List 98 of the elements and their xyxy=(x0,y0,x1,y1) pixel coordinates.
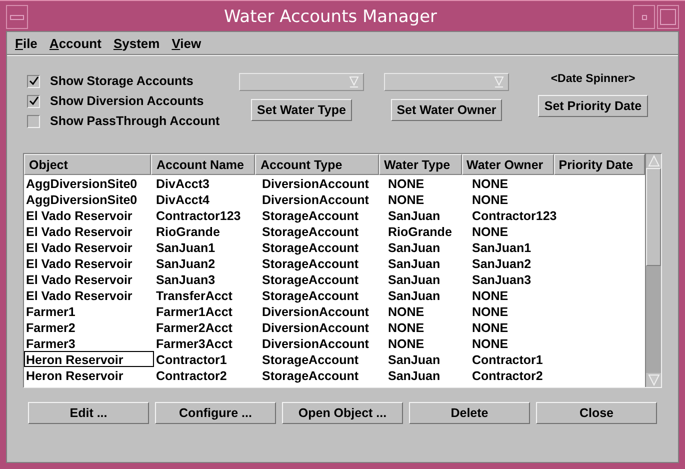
action-button[interactable]: Close xyxy=(536,402,657,424)
dropdown-arrow-icon xyxy=(494,76,504,88)
set-button[interactable]: Set Water Type xyxy=(251,99,352,121)
maximize-button[interactable] xyxy=(657,5,679,29)
table-cell-text: Farmer3Acct xyxy=(155,336,234,351)
table-cell-text: Contractor123 xyxy=(155,208,242,223)
table-cell-text: StorageAccount xyxy=(261,208,360,223)
checkbox[interactable] xyxy=(27,74,40,88)
dropdown-arrow-icon xyxy=(349,76,359,88)
table-cell-text: NONE xyxy=(471,320,510,335)
checkbox[interactable] xyxy=(27,114,40,128)
column-header[interactable]: Water Owner xyxy=(462,154,554,175)
table-cell-text: Contractor2 xyxy=(471,368,544,383)
table-cell-text: NONE xyxy=(387,304,426,319)
minimize-button[interactable] xyxy=(633,5,655,29)
table-cell-text: NONE xyxy=(471,304,510,319)
table-cell-text: SanJuan xyxy=(387,368,442,383)
table-cell-text: DivAcct4 xyxy=(155,192,210,207)
table-cell-text: DiversionAccount xyxy=(261,192,370,207)
table-cell-text: AggDiversionSite0 xyxy=(25,192,138,207)
menu-item[interactable]: View xyxy=(168,36,210,50)
table-cell-text: DiversionAccount xyxy=(261,320,370,335)
table-cell-text: SanJuan xyxy=(387,240,442,255)
menu-item[interactable]: Account xyxy=(45,36,110,50)
set-priority-date-button[interactable]: Set Priority Date xyxy=(538,95,648,117)
table-cell-text: SanJuan xyxy=(387,272,442,287)
window-menu-button[interactable] xyxy=(6,5,28,29)
table-cell-text: El Vado Reservoir xyxy=(25,288,134,303)
table-cell-text: StorageAccount xyxy=(261,352,360,367)
table-cell-text: SanJuan3 xyxy=(155,272,216,287)
table-cell-text: NONE xyxy=(471,176,510,191)
table-cell-text: SanJuan1 xyxy=(155,240,216,255)
column-header[interactable]: Water Type xyxy=(379,154,462,175)
table-cell-text: NONE xyxy=(387,336,426,351)
column-header[interactable]: Account Type xyxy=(255,154,380,175)
window-title: Water Accounts Manager xyxy=(222,7,438,27)
column-header[interactable]: Object xyxy=(24,154,152,175)
scroll-thumb[interactable] xyxy=(646,168,661,266)
table-cell-text: NONE xyxy=(471,192,510,207)
table-cell-text: TransferAcct xyxy=(155,288,234,303)
table-cell-text: NONE xyxy=(387,192,426,207)
table-cell-text: StorageAccount xyxy=(261,272,360,287)
vertical-scrollbar[interactable] xyxy=(645,154,661,387)
checkbox-label: Show PassThrough Account xyxy=(50,114,220,128)
table-cell-text: Heron Reservoir xyxy=(25,368,124,383)
table-cell-text: SanJuan2 xyxy=(471,256,532,271)
table-cell-text: AggDiversionSite0 xyxy=(25,176,138,191)
table-cell-text: StorageAccount xyxy=(261,368,360,383)
column-header[interactable]: Priority Date xyxy=(554,154,645,175)
table-cell-text: El Vado Reservoir xyxy=(25,256,134,271)
column-header[interactable]: Account Name xyxy=(151,154,256,175)
table-cell-text: SanJuan3 xyxy=(471,272,532,287)
set-button[interactable]: Set Water Owner xyxy=(390,99,502,121)
table-cell-text: NONE xyxy=(471,224,510,239)
action-button[interactable]: Delete xyxy=(409,402,530,424)
table-cell-text: Contractor2 xyxy=(155,368,228,383)
table-cell-text: SanJuan xyxy=(387,352,442,367)
table-cell-text: SanJuan2 xyxy=(155,256,216,271)
date-spinner-field[interactable]: <Date Spinner> xyxy=(550,73,636,91)
table-cell-text: NONE xyxy=(471,336,510,351)
table-cell-text: DiversionAccount xyxy=(261,304,370,319)
table-cell-text: Farmer2Acct xyxy=(155,320,234,335)
table-cell-text: SanJuan xyxy=(387,208,442,223)
action-button[interactable]: Configure ... xyxy=(155,402,276,424)
table-cell-text: El Vado Reservoir xyxy=(25,240,134,255)
checkbox[interactable] xyxy=(27,94,40,108)
table-cell-text: StorageAccount xyxy=(261,224,360,239)
menu-item[interactable]: File xyxy=(11,36,46,50)
table-cell-text: RioGrande xyxy=(155,224,221,239)
table-cell-text: NONE xyxy=(387,320,426,335)
table-cell-text: DiversionAccount xyxy=(261,176,370,191)
table-cell-text: Contractor1 xyxy=(471,352,544,367)
table-cell-text: SanJuan xyxy=(387,256,442,271)
checkbox-label: Show Storage Accounts xyxy=(50,74,194,88)
table-cell-text: SanJuan1 xyxy=(471,240,532,255)
table-cell-text: DiversionAccount xyxy=(261,336,370,351)
table-cell-text: El Vado Reservoir xyxy=(25,208,134,223)
table-cell-text: El Vado Reservoir xyxy=(25,224,134,239)
table-cell-text: Farmer2 xyxy=(25,320,76,335)
table-cell-text: Farmer3 xyxy=(25,336,76,351)
table-cell: Heron Reservoir xyxy=(24,351,154,367)
table-cell-text: StorageAccount xyxy=(261,288,360,303)
table-cell-text: NONE xyxy=(471,288,510,303)
table-cell-text: NONE xyxy=(387,176,426,191)
table-cell-text: Contractor123 xyxy=(471,208,558,223)
checkbox-label: Show Diversion Accounts xyxy=(50,94,204,108)
table-cell-text: Farmer1Acct xyxy=(155,304,234,319)
table-cell-text: DivAcct3 xyxy=(155,176,210,191)
table-cell-text: RioGrande xyxy=(387,224,453,239)
action-button[interactable]: Open Object ... xyxy=(282,402,403,424)
table-cell-text: SanJuan xyxy=(387,288,442,303)
table-cell-text: StorageAccount xyxy=(261,240,360,255)
table-cell-text: Farmer1 xyxy=(25,304,76,319)
table-cell-text: El Vado Reservoir xyxy=(25,272,134,287)
table-cell-text: Contractor1 xyxy=(155,352,228,367)
menu-item[interactable]: System xyxy=(109,36,168,50)
table-cell-text: StorageAccount xyxy=(261,256,360,271)
action-button[interactable]: Edit ... xyxy=(28,402,149,424)
